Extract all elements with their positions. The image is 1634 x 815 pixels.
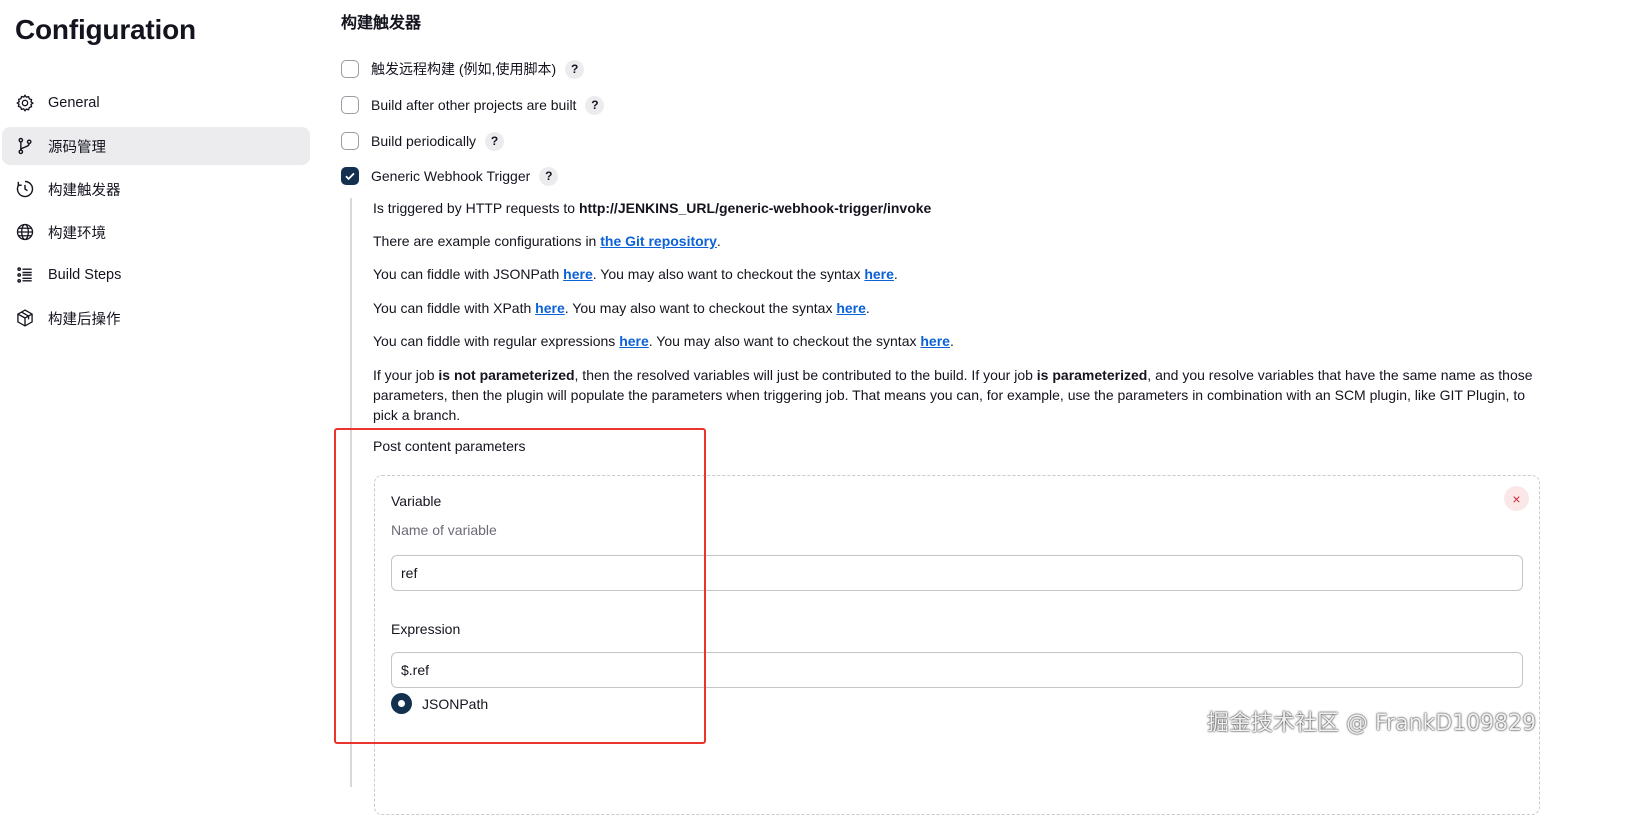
trigger-after-projects-row: Build after other projects are built ?	[341, 94, 605, 116]
trigger-periodically-row: Build periodically ?	[341, 130, 505, 152]
sidebar-item-post-build[interactable]: 构建后操作	[2, 299, 310, 337]
xpath-text: You can fiddle with XPath here. You may …	[373, 300, 870, 316]
trigger-generic-webhook-row: Generic Webhook Trigger ?	[341, 165, 559, 187]
trigger-generic-webhook-label: Generic Webhook Trigger	[371, 168, 531, 184]
help-icon[interactable]: ?	[585, 95, 605, 115]
sidebar-item-label: 构建触发器	[48, 182, 121, 199]
expression-input[interactable]	[391, 652, 1523, 688]
variable-input[interactable]	[391, 555, 1523, 591]
sidebar: Configuration General 源码管理 构建触发器 构建环境 Bu…	[0, 0, 330, 787]
trigger-periodically-checkbox[interactable]	[341, 132, 359, 150]
sidebar-item-label: 构建后操作	[48, 311, 121, 328]
jsonpath-text: You can fiddle with JSONPath here. You m…	[373, 266, 898, 282]
sidebar-item-label: General	[48, 95, 100, 111]
jsonpath-radio[interactable]	[391, 693, 412, 714]
regex-text: You can fiddle with regular expressions …	[373, 333, 954, 349]
sidebar-item-build-steps[interactable]: Build Steps	[2, 256, 310, 294]
watermark: 掘金技术社区 @ FrankD109829	[1207, 711, 1537, 736]
regex-fiddle-link[interactable]: here	[619, 333, 649, 349]
sidebar-item-label: Build Steps	[48, 267, 122, 283]
trigger-after-projects-checkbox[interactable]	[341, 96, 359, 114]
check-icon	[345, 172, 355, 181]
jsonpath-radio-row: JSONPath	[391, 693, 488, 714]
sidebar-item-label: 源码管理	[48, 139, 106, 156]
section-title: 构建触发器	[341, 15, 422, 32]
sidebar-item-label: 构建环境	[48, 225, 106, 242]
box-icon	[14, 307, 36, 329]
jsonpath-syntax-link[interactable]: here	[864, 266, 894, 282]
gear-icon	[14, 92, 36, 114]
xpath-fiddle-link[interactable]: here	[535, 300, 565, 316]
help-icon[interactable]: ?	[539, 166, 559, 186]
sidebar-item-source-control[interactable]: 源码管理	[2, 127, 310, 165]
post-content-parameter-item: × Variable Name of variable Expression J…	[374, 475, 1540, 815]
sidebar-item-build-environment[interactable]: 构建环境	[2, 213, 310, 251]
generic-webhook-options: Is triggered by HTTP requests to http://…	[350, 198, 1552, 815]
trigger-remote-checkbox[interactable]	[341, 60, 359, 78]
webhook-url: http://JENKINS_URL/generic-webhook-trigg…	[578, 200, 932, 216]
globe-icon	[14, 221, 36, 243]
triggered-by-text: Is triggered by HTTP requests to http://…	[373, 200, 932, 216]
delete-parameter-button[interactable]: ×	[1504, 486, 1529, 511]
sidebar-item-build-triggers[interactable]: 构建触发器	[2, 170, 310, 208]
jsonpath-fiddle-link[interactable]: here	[563, 266, 593, 282]
trigger-remote-row: 触发远程构建 (例如,使用脚本) ?	[341, 58, 585, 80]
expression-label: Expression	[391, 621, 461, 637]
main-content: 构建触发器 触发远程构建 (例如,使用脚本) ? Build after oth…	[340, 0, 1630, 815]
git-repository-link[interactable]: the Git repository	[600, 233, 717, 249]
post-content-parameters-label: Post content parameters	[373, 438, 526, 454]
help-icon[interactable]: ?	[485, 131, 505, 151]
sidebar-item-general[interactable]: General	[2, 84, 310, 122]
trigger-periodically-label: Build periodically	[371, 133, 477, 149]
branch-icon	[14, 135, 36, 157]
sidebar-nav: General 源码管理 构建触发器 构建环境 Build Steps 构建后操…	[2, 84, 310, 342]
trigger-generic-webhook-checkbox[interactable]	[341, 167, 359, 185]
xpath-syntax-link[interactable]: here	[836, 300, 866, 316]
parameterized-text: If your job is not parameterized, then t…	[373, 367, 1533, 423]
trigger-after-projects-label: Build after other projects are built	[371, 97, 577, 113]
help-icon[interactable]: ?	[565, 59, 585, 79]
regex-syntax-link[interactable]: here	[920, 333, 950, 349]
trigger-remote-label: 触发远程构建 (例如,使用脚本)	[371, 61, 557, 77]
page-title: Configuration	[15, 14, 196, 45]
radio-dot-icon	[398, 700, 405, 707]
variable-description: Name of variable	[391, 522, 497, 538]
clock-icon	[14, 178, 36, 200]
list-icon	[14, 264, 36, 286]
example-config-text: There are example configurations in the …	[373, 233, 721, 249]
variable-label: Variable	[391, 493, 442, 509]
jsonpath-radio-label: JSONPath	[422, 695, 489, 712]
